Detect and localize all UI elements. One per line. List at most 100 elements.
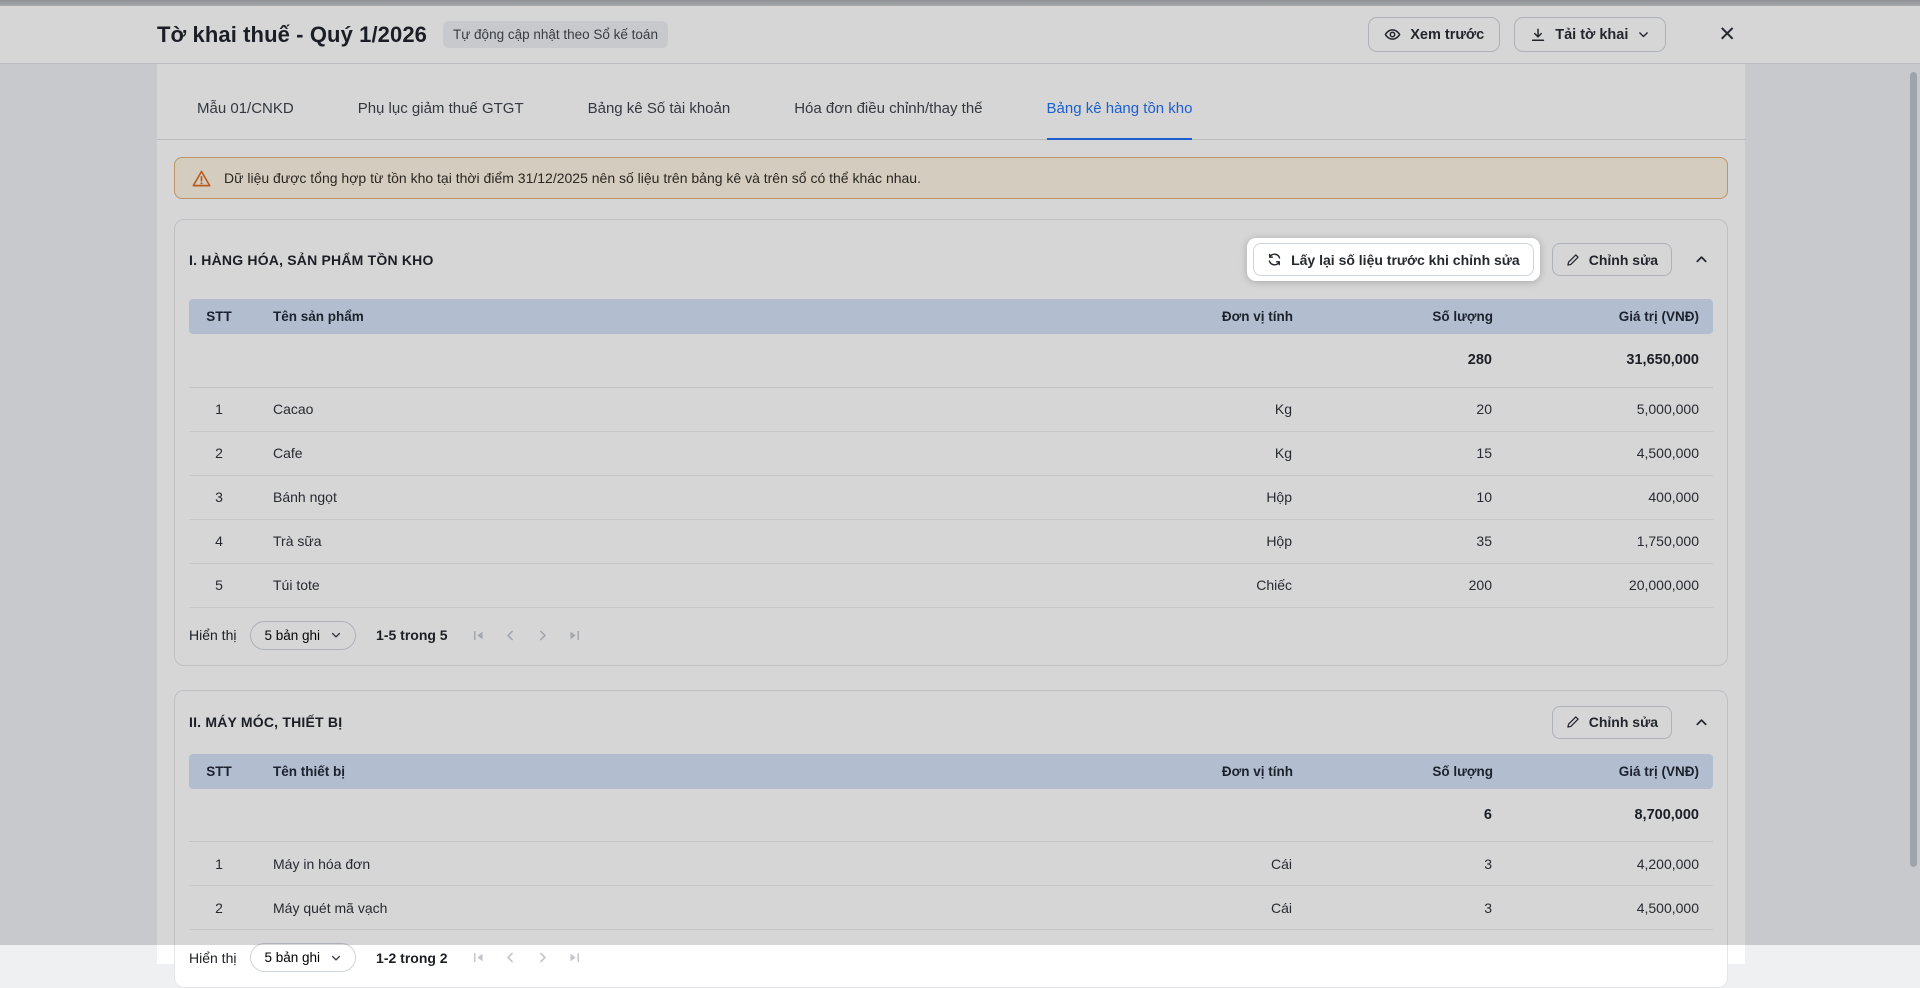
page-size-label: Hiển thị (189, 950, 236, 966)
declaration-card: Mẫu 01/CNKD Phụ lục giảm thuế GTGT Bảng … (157, 64, 1745, 964)
column-header-quantity: Số lượng (1293, 754, 1493, 789)
row-quantity: 200 (1293, 563, 1493, 607)
collapse-machines-chevron-icon[interactable] (1690, 711, 1713, 734)
tab-bang-ke-hang-ton-kho[interactable]: Bảng kê hàng tồn kho (1047, 100, 1193, 140)
goods-table-header-row: STT Tên sản phẩm Đơn vị tính Số lượng Gi… (189, 299, 1713, 334)
column-header-unit: Đơn vị tính (1053, 299, 1293, 334)
page-prev-icon[interactable] (504, 951, 517, 964)
row-unit: Kg (1053, 387, 1293, 431)
tab-bang-ke-so-tai-khoan[interactable]: Bảng kê Số tài khoản (588, 100, 731, 140)
edit-machines-button[interactable]: Chỉnh sửa (1552, 706, 1672, 739)
row-unit: Hộp (1053, 475, 1293, 519)
page-size-value: 5 bản ghi (264, 950, 320, 965)
vertical-scrollbar[interactable] (1910, 72, 1917, 867)
page-size-value: 5 bản ghi (264, 628, 320, 643)
row-name: Cacao (249, 387, 1053, 431)
download-icon (1530, 27, 1546, 43)
row-value: 1,750,000 (1493, 519, 1713, 563)
section-machines-equipment: II. MÁY MÓC, THIẾT BỊ Chỉnh sửa (174, 690, 1728, 988)
tab-hoa-don-dieu-chinh[interactable]: Hóa đơn điều chỉnh/thay thế (794, 100, 982, 140)
column-header-unit: Đơn vị tính (1053, 754, 1293, 789)
tab-mau-01-cnkd[interactable]: Mẫu 01/CNKD (197, 100, 294, 140)
pager-controls (472, 629, 581, 642)
row-quantity: 10 (1293, 475, 1493, 519)
row-stt: 2 (189, 886, 249, 930)
table-row: 2Máy quét mã vạchCái34,500,000 (189, 886, 1713, 930)
page-prev-icon[interactable] (504, 629, 517, 642)
goods-total-value: 31,650,000 (1493, 334, 1713, 387)
row-value: 20,000,000 (1493, 563, 1713, 607)
section-goods-actions: Lấy lại số liệu trước khi chỉnh sửa Chỉn… (1247, 238, 1713, 281)
row-name: Trà sữa (249, 519, 1053, 563)
edit-goods-button[interactable]: Chỉnh sửa (1552, 243, 1672, 276)
modal-header: Tờ khai thuế - Quý 1/2026 Tự động cập nh… (0, 6, 1920, 64)
row-quantity: 20 (1293, 387, 1493, 431)
edit-machines-button-label: Chỉnh sửa (1589, 714, 1658, 730)
row-stt: 4 (189, 519, 249, 563)
warning-banner: Dữ liệu được tổng hợp từ tồn kho tại thờ… (174, 157, 1728, 199)
row-stt: 1 (189, 842, 249, 886)
tab-bar: Mẫu 01/CNKD Phụ lục giảm thuế GTGT Bảng … (157, 64, 1745, 140)
record-range: 1-5 trong 5 (376, 627, 448, 643)
column-header-value: Giá trị (VNĐ) (1493, 754, 1713, 789)
dropdown-chevron-icon (330, 629, 342, 641)
machines-pagination: Hiển thị 5 bản ghi 1-2 trong 2 (175, 930, 1727, 987)
edit-pencil-icon (1566, 253, 1580, 267)
chevron-down-icon (1637, 28, 1650, 41)
warning-icon (192, 169, 211, 188)
row-value: 4,500,000 (1493, 431, 1713, 475)
machines-total-quantity: 6 (1293, 789, 1493, 842)
goods-pagination: Hiển thị 5 bản ghi 1-5 trong 5 (175, 608, 1727, 665)
table-row: 3Bánh ngọtHộp10400,000 (189, 475, 1713, 519)
row-stt: 1 (189, 387, 249, 431)
column-header-stt: STT (189, 299, 249, 334)
preview-button[interactable]: Xem trước (1368, 17, 1500, 52)
edit-pencil-icon (1566, 715, 1580, 729)
section-machines-header: II. MÁY MÓC, THIẾT BỊ Chỉnh sửa (175, 691, 1727, 754)
edit-goods-button-label: Chỉnh sửa (1589, 252, 1658, 268)
row-name: Máy quét mã vạch (249, 886, 1053, 930)
record-range: 1-2 trong 2 (376, 950, 448, 966)
download-declaration-button[interactable]: Tải tờ khai (1514, 17, 1666, 52)
page-size-select[interactable]: 5 bản ghi (250, 621, 356, 650)
page-first-icon[interactable] (472, 951, 485, 964)
table-row: 5Túi toteChiếc20020,000,000 (189, 563, 1713, 607)
restore-data-button[interactable]: Lấy lại số liệu trước khi chỉnh sửa (1253, 243, 1534, 276)
page-last-icon[interactable] (568, 629, 581, 642)
page-last-icon[interactable] (568, 951, 581, 964)
row-value: 4,200,000 (1493, 842, 1713, 886)
row-unit: Cái (1053, 842, 1293, 886)
row-name: Bánh ngọt (249, 475, 1053, 519)
column-header-device-name: Tên thiết bị (249, 754, 1053, 789)
page-first-icon[interactable] (472, 629, 485, 642)
table-row: 1Máy in hóa đơnCái34,200,000 (189, 842, 1713, 886)
tab-phu-luc-giam-thue[interactable]: Phụ lục giảm thuế GTGT (358, 100, 524, 140)
page-size-label: Hiển thị (189, 627, 236, 643)
row-name: Máy in hóa đơn (249, 842, 1053, 886)
table-row: 2CafeKg154,500,000 (189, 431, 1713, 475)
goods-total-quantity: 280 (1293, 334, 1493, 387)
page-size-select[interactable]: 5 bản ghi (250, 943, 356, 972)
column-header-product-name: Tên sản phẩm (249, 299, 1053, 334)
warning-text: Dữ liệu được tổng hợp từ tồn kho tại thờ… (224, 170, 921, 186)
collapse-goods-chevron-icon[interactable] (1690, 248, 1713, 271)
row-quantity: 3 (1293, 842, 1493, 886)
page-next-icon[interactable] (536, 629, 549, 642)
row-unit: Hộp (1053, 519, 1293, 563)
row-name: Cafe (249, 431, 1053, 475)
header-actions: Xem trước Tải tờ khai ✕ (1368, 17, 1742, 52)
pager-controls (472, 951, 581, 964)
table-row: 1CacaoKg205,000,000 (189, 387, 1713, 431)
row-value: 400,000 (1493, 475, 1713, 519)
row-unit: Kg (1053, 431, 1293, 475)
row-unit: Chiếc (1053, 563, 1293, 607)
close-icon[interactable]: ✕ (1712, 23, 1742, 46)
machines-total-value: 8,700,000 (1493, 789, 1713, 842)
column-header-stt: STT (189, 754, 249, 789)
row-value: 5,000,000 (1493, 387, 1713, 431)
refresh-icon (1267, 252, 1282, 267)
row-quantity: 15 (1293, 431, 1493, 475)
machines-total-row: 6 8,700,000 (189, 789, 1713, 842)
section-goods-header: I. HÀNG HÓA, SẢN PHẨM TỒN KHO Lấy lại số… (175, 220, 1727, 299)
page-next-icon[interactable] (536, 951, 549, 964)
